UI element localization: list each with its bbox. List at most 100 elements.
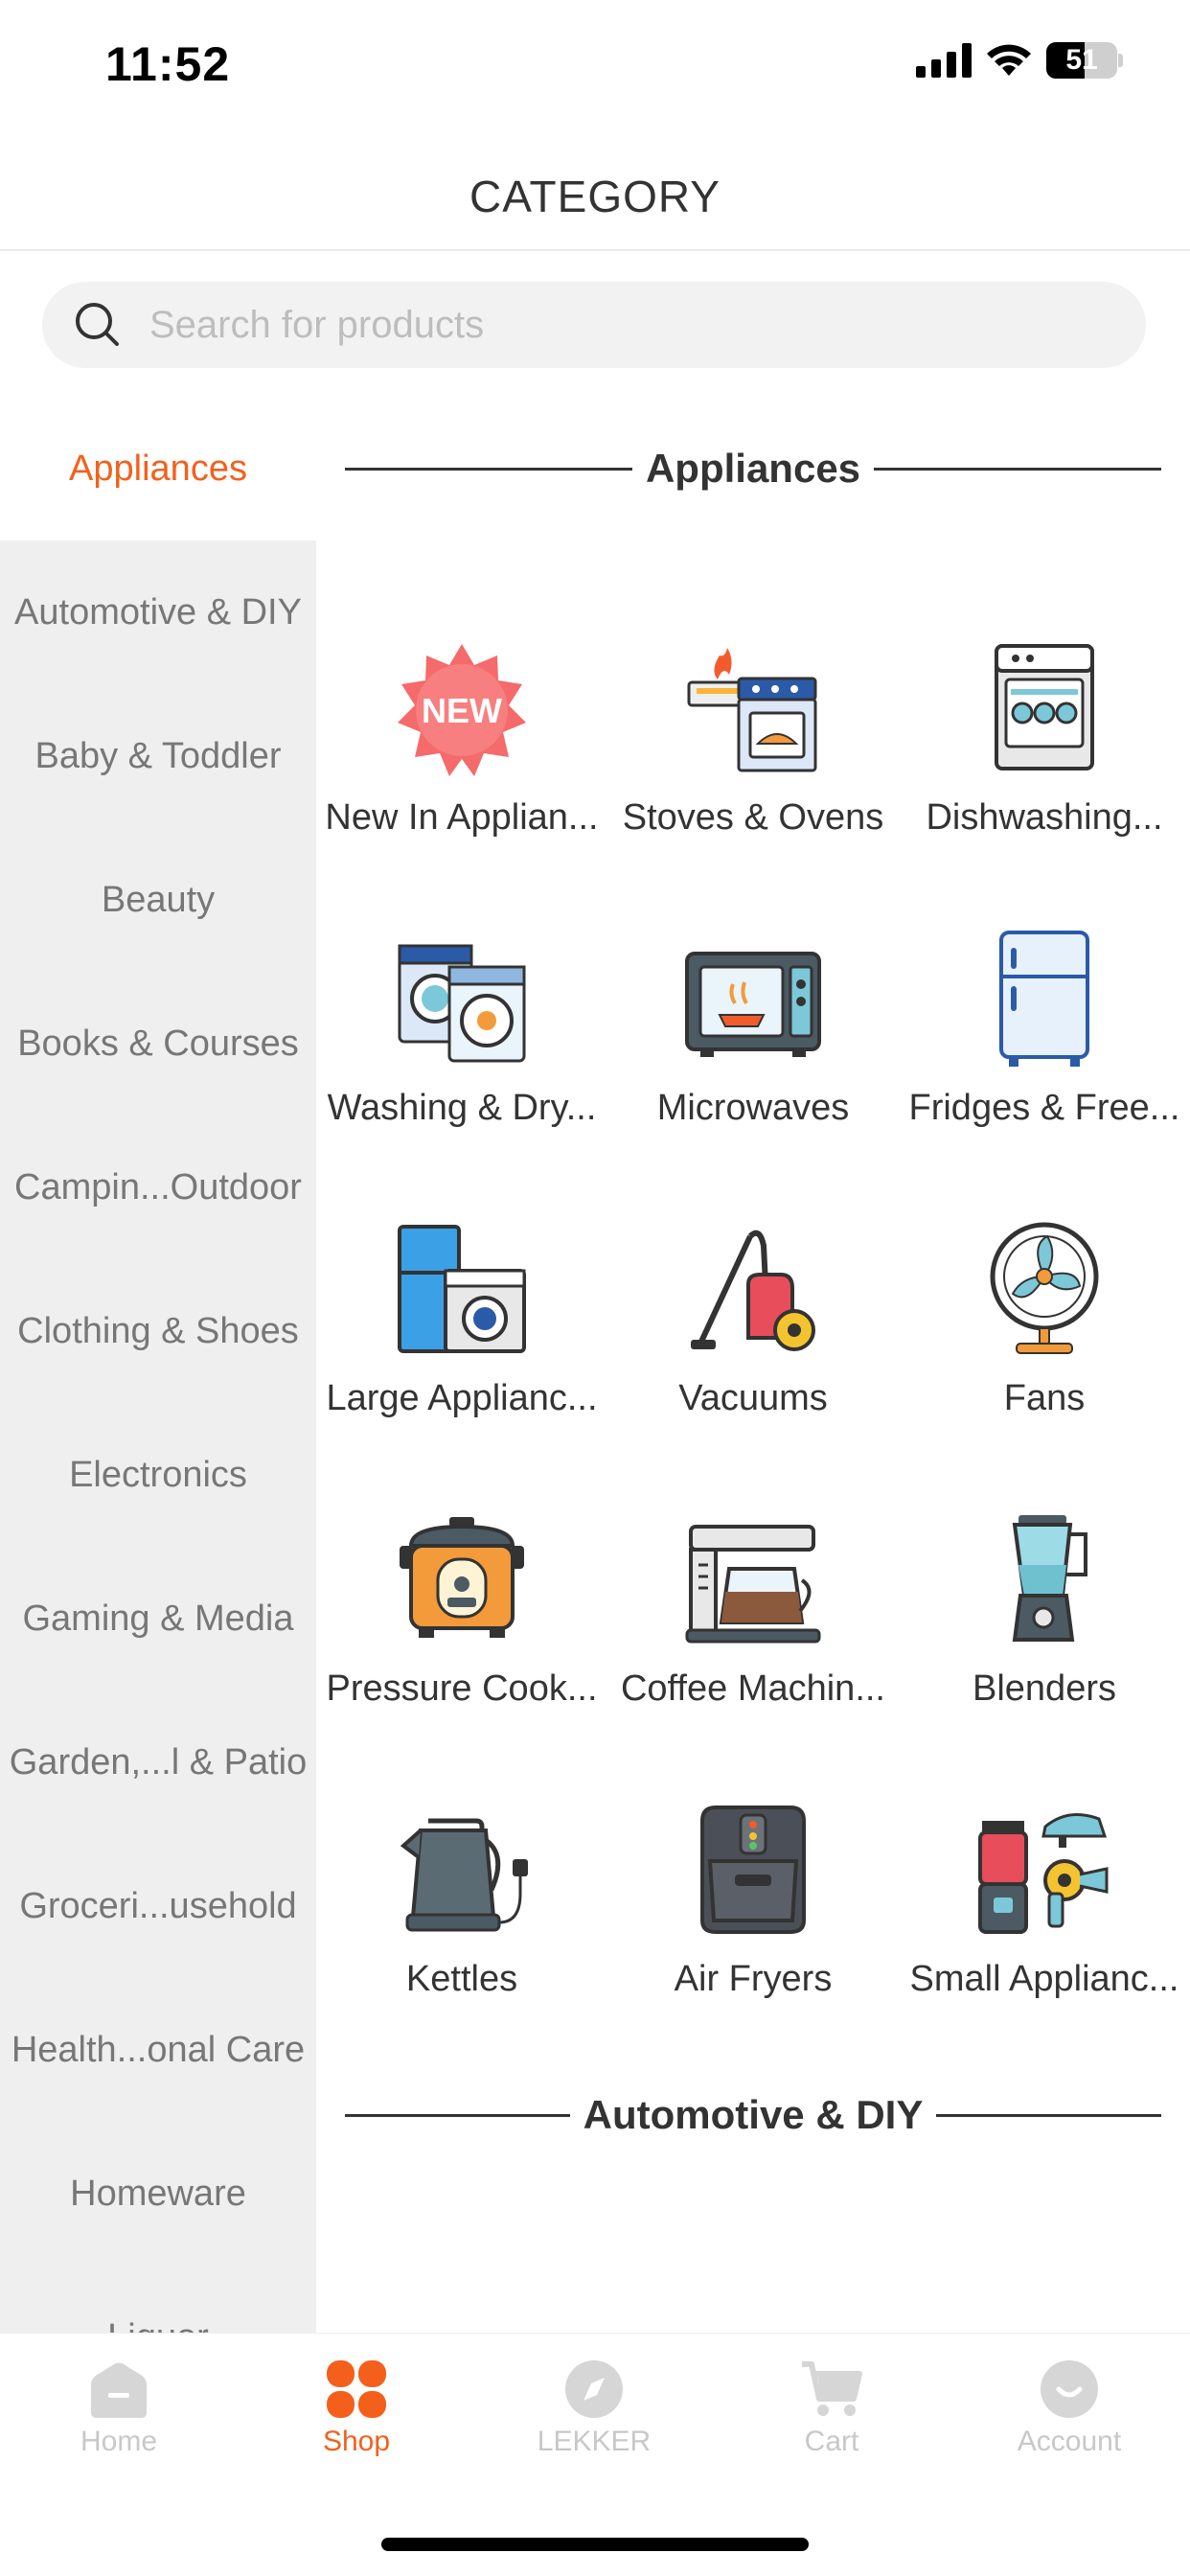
subcategory-label: Fridges & Free... bbox=[908, 1088, 1180, 1128]
subcategory-vacuums[interactable]: Vacuums bbox=[607, 1179, 899, 1469]
subcategory-label: New In Applian... bbox=[325, 797, 599, 838]
wifi-icon bbox=[987, 44, 1031, 76]
small-appliances-icon bbox=[978, 1813, 1109, 1934]
subcategory-label: Vacuums bbox=[678, 1378, 828, 1418]
fan-icon bbox=[990, 1222, 1099, 1354]
section-title: Appliances bbox=[645, 446, 861, 491]
air-fryer-icon bbox=[700, 1806, 806, 1934]
pressure-cooker-icon bbox=[400, 1517, 524, 1638]
sidebar-item-clothing[interactable]: Clothing & Shoes bbox=[0, 1259, 316, 1403]
tab-account[interactable]: Account bbox=[950, 2358, 1188, 2458]
sidebar-item-label: Campin...Outdoor bbox=[14, 1166, 302, 1208]
subcategory-large-appliances[interactable]: Large Applianc... bbox=[316, 1179, 607, 1469]
divider bbox=[874, 467, 1162, 471]
sidebar-item-liquor[interactable]: Liquor bbox=[0, 2266, 316, 2334]
sidebar-item-label: Baby & Toddler bbox=[34, 735, 282, 776]
sidebar-item-label: Garden,...l & Patio bbox=[9, 1741, 308, 1782]
sidebar-item-homeware[interactable]: Homeware bbox=[0, 2122, 316, 2266]
search-input[interactable] bbox=[149, 303, 1108, 347]
tab-label: LEKKER bbox=[537, 2426, 652, 2457]
sidebar-item-label: Beauty bbox=[101, 879, 216, 920]
sidebar-item-beauty[interactable]: Beauty bbox=[0, 828, 316, 972]
subcategory-air-fryers[interactable]: Air Fryers bbox=[607, 1760, 899, 2050]
subcategory-label: Kettles bbox=[405, 1959, 518, 1999]
sidebar-item-camping[interactable]: Campin...Outdoor bbox=[0, 1116, 316, 1259]
sidebar-item-label: Books & Courses bbox=[17, 1023, 299, 1064]
tab-home[interactable]: Home bbox=[0, 2358, 238, 2458]
sidebar-item-groceries[interactable]: Groceri...usehold bbox=[0, 1834, 316, 1978]
sidebar-item-label: Liquor bbox=[107, 2317, 209, 2334]
account-icon bbox=[1041, 2360, 1098, 2418]
subcategory-label: Pressure Cook... bbox=[326, 1668, 598, 1709]
shop-grid-icon bbox=[327, 2360, 386, 2418]
subcategory-fridges-freezers[interactable]: Fridges & Free... bbox=[899, 888, 1190, 1179]
sidebar-list: Automotive & DIY Baby & Toddler Beauty B… bbox=[0, 540, 316, 2333]
divider bbox=[345, 2113, 570, 2117]
tab-label: Cart bbox=[804, 2426, 859, 2457]
tab-label: Shop bbox=[322, 2426, 391, 2457]
home-icon bbox=[91, 2362, 147, 2418]
subcategory-blenders[interactable]: Blenders bbox=[899, 1469, 1190, 1760]
sidebar-item-automotive[interactable]: Automotive & DIY bbox=[0, 540, 316, 684]
blender-icon bbox=[1012, 1515, 1087, 1642]
subcategory-label: Large Applianc... bbox=[326, 1378, 598, 1418]
subcategory-kettles[interactable]: Kettles bbox=[316, 1760, 607, 2050]
fridge-icon bbox=[999, 931, 1089, 1067]
subcategory-label: Microwaves bbox=[656, 1088, 850, 1128]
subcategory-coffee-machines[interactable]: Coffee Machin... bbox=[607, 1469, 899, 1760]
vacuum-icon bbox=[691, 1230, 815, 1351]
subcategory-label: Washing & Dry... bbox=[327, 1088, 597, 1128]
subcategory-label: Fans bbox=[1003, 1378, 1086, 1418]
sidebar-item-appliances[interactable]: Appliances bbox=[0, 397, 316, 540]
microwave-icon bbox=[685, 952, 821, 1057]
sidebar-item-label: Groceri...usehold bbox=[19, 1885, 297, 1926]
subcategory-grid: NEW New In Applian... Stoves & Ovens Dis… bbox=[316, 598, 1190, 2050]
status-bar: 11:52 51 bbox=[0, 0, 1190, 134]
stove-oven-icon bbox=[687, 648, 817, 772]
svg-text:NEW: NEW bbox=[422, 691, 502, 730]
large-appliances-icon bbox=[398, 1225, 526, 1353]
sidebar-item-health[interactable]: Health...onal Care bbox=[0, 1978, 316, 2122]
dishwasher-icon bbox=[995, 644, 1094, 770]
section-title: Automotive & DIY bbox=[583, 2092, 924, 2137]
subcategory-stoves-ovens[interactable]: Stoves & Ovens bbox=[607, 598, 899, 888]
subcategory-fans[interactable]: Fans bbox=[899, 1179, 1190, 1469]
sidebar-item-garden[interactable]: Garden,...l & Patio bbox=[0, 1690, 316, 1834]
subcategory-dishwashing[interactable]: Dishwashing... bbox=[899, 598, 1190, 888]
sidebar-item-gaming[interactable]: Gaming & Media bbox=[0, 1547, 316, 1690]
battery-icon: 51 bbox=[1046, 42, 1123, 79]
compass-icon bbox=[565, 2360, 623, 2418]
sidebar-item-label: Homeware bbox=[70, 2173, 246, 2214]
sidebar-item-label: Gaming & Media bbox=[22, 1598, 294, 1639]
tab-cart[interactable]: Cart bbox=[713, 2358, 950, 2458]
battery-level: 51 bbox=[1065, 44, 1098, 76]
sidebar-item-label: Health...onal Care bbox=[11, 2029, 306, 2070]
page-title: CATEGORY bbox=[469, 172, 721, 221]
category-sidebar: Appliances Automotive & DIY Baby & Toddl… bbox=[0, 397, 316, 2333]
sidebar-item-books[interactable]: Books & Courses bbox=[0, 972, 316, 1116]
coffee-machine-icon bbox=[685, 1525, 821, 1644]
search-bar[interactable] bbox=[42, 282, 1146, 368]
subcategory-pressure-cookers[interactable]: Pressure Cook... bbox=[316, 1469, 607, 1760]
search-icon bbox=[76, 303, 119, 346]
subcategory-label: Air Fryers bbox=[674, 1959, 833, 1999]
cart-icon bbox=[802, 2361, 862, 2416]
status-icons: 51 bbox=[916, 42, 1123, 79]
tab-shop[interactable]: Shop bbox=[238, 2358, 475, 2458]
tab-lekker[interactable]: LEKKER bbox=[475, 2358, 713, 2458]
sidebar-item-label: Automotive & DIY bbox=[14, 591, 302, 632]
subcategory-washing-drying[interactable]: Washing & Dry... bbox=[316, 888, 607, 1179]
status-time: 11:52 bbox=[105, 37, 231, 91]
subcategory-label: Small Applianc... bbox=[909, 1959, 1179, 1999]
sidebar-item-baby[interactable]: Baby & Toddler bbox=[0, 684, 316, 828]
category-content: Appliances NEW New In Applian... Stoves … bbox=[316, 397, 1190, 2333]
subcategory-small-appliances[interactable]: Small Applianc... bbox=[899, 1760, 1190, 2050]
subcategory-new-in[interactable]: NEW New In Applian... bbox=[316, 598, 607, 888]
sidebar-item-label: Electronics bbox=[69, 1454, 247, 1495]
subcategory-label: Dishwashing... bbox=[926, 797, 1163, 838]
page-header: CATEGORY bbox=[0, 134, 1190, 251]
sidebar-item-label: Appliances bbox=[69, 448, 247, 489]
subcategory-microwaves[interactable]: Microwaves bbox=[607, 888, 899, 1179]
sidebar-item-electronics[interactable]: Electronics bbox=[0, 1403, 316, 1547]
washing-machine-icon bbox=[398, 944, 526, 1063]
